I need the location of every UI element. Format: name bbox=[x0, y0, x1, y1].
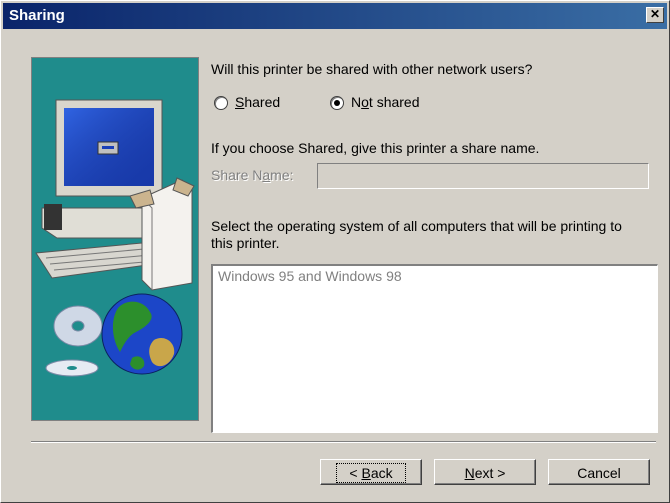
cancel-button[interactable]: Cancel bbox=[548, 459, 650, 485]
share-name-hint: If you choose Shared, give this printer … bbox=[211, 140, 540, 156]
next-button[interactable]: Next > bbox=[434, 459, 536, 485]
back-button[interactable]: < Back bbox=[320, 459, 422, 485]
window-title: Sharing bbox=[9, 7, 65, 24]
close-button[interactable]: ✕ bbox=[646, 7, 664, 23]
share-name-label: Share Name: bbox=[211, 167, 294, 183]
os-list-item[interactable]: Windows 95 and Windows 98 bbox=[218, 268, 402, 284]
not-shared-radio-label[interactable]: Not shared bbox=[351, 94, 420, 110]
radio-selected-dot bbox=[334, 100, 340, 106]
wizard-illustration bbox=[31, 57, 199, 421]
os-prompt-line2: this printer. bbox=[211, 235, 280, 251]
separator bbox=[31, 441, 656, 443]
shared-radio-label[interactable]: Shared bbox=[235, 94, 280, 110]
cdrom-icon bbox=[45, 305, 103, 377]
shared-radio[interactable] bbox=[214, 96, 228, 110]
not-shared-radio[interactable] bbox=[330, 96, 344, 110]
os-prompt-line1: Select the operating system of all compu… bbox=[211, 218, 622, 234]
share-question: Will this printer be shared with other n… bbox=[211, 61, 533, 77]
title-bar[interactable]: Sharing ✕ bbox=[3, 3, 667, 29]
computer-icon bbox=[35, 99, 195, 377]
share-name-field[interactable] bbox=[317, 163, 649, 189]
close-icon: ✕ bbox=[649, 7, 661, 21]
os-listbox[interactable]: Windows 95 and Windows 98 bbox=[211, 264, 658, 433]
globe-icon bbox=[101, 293, 183, 375]
